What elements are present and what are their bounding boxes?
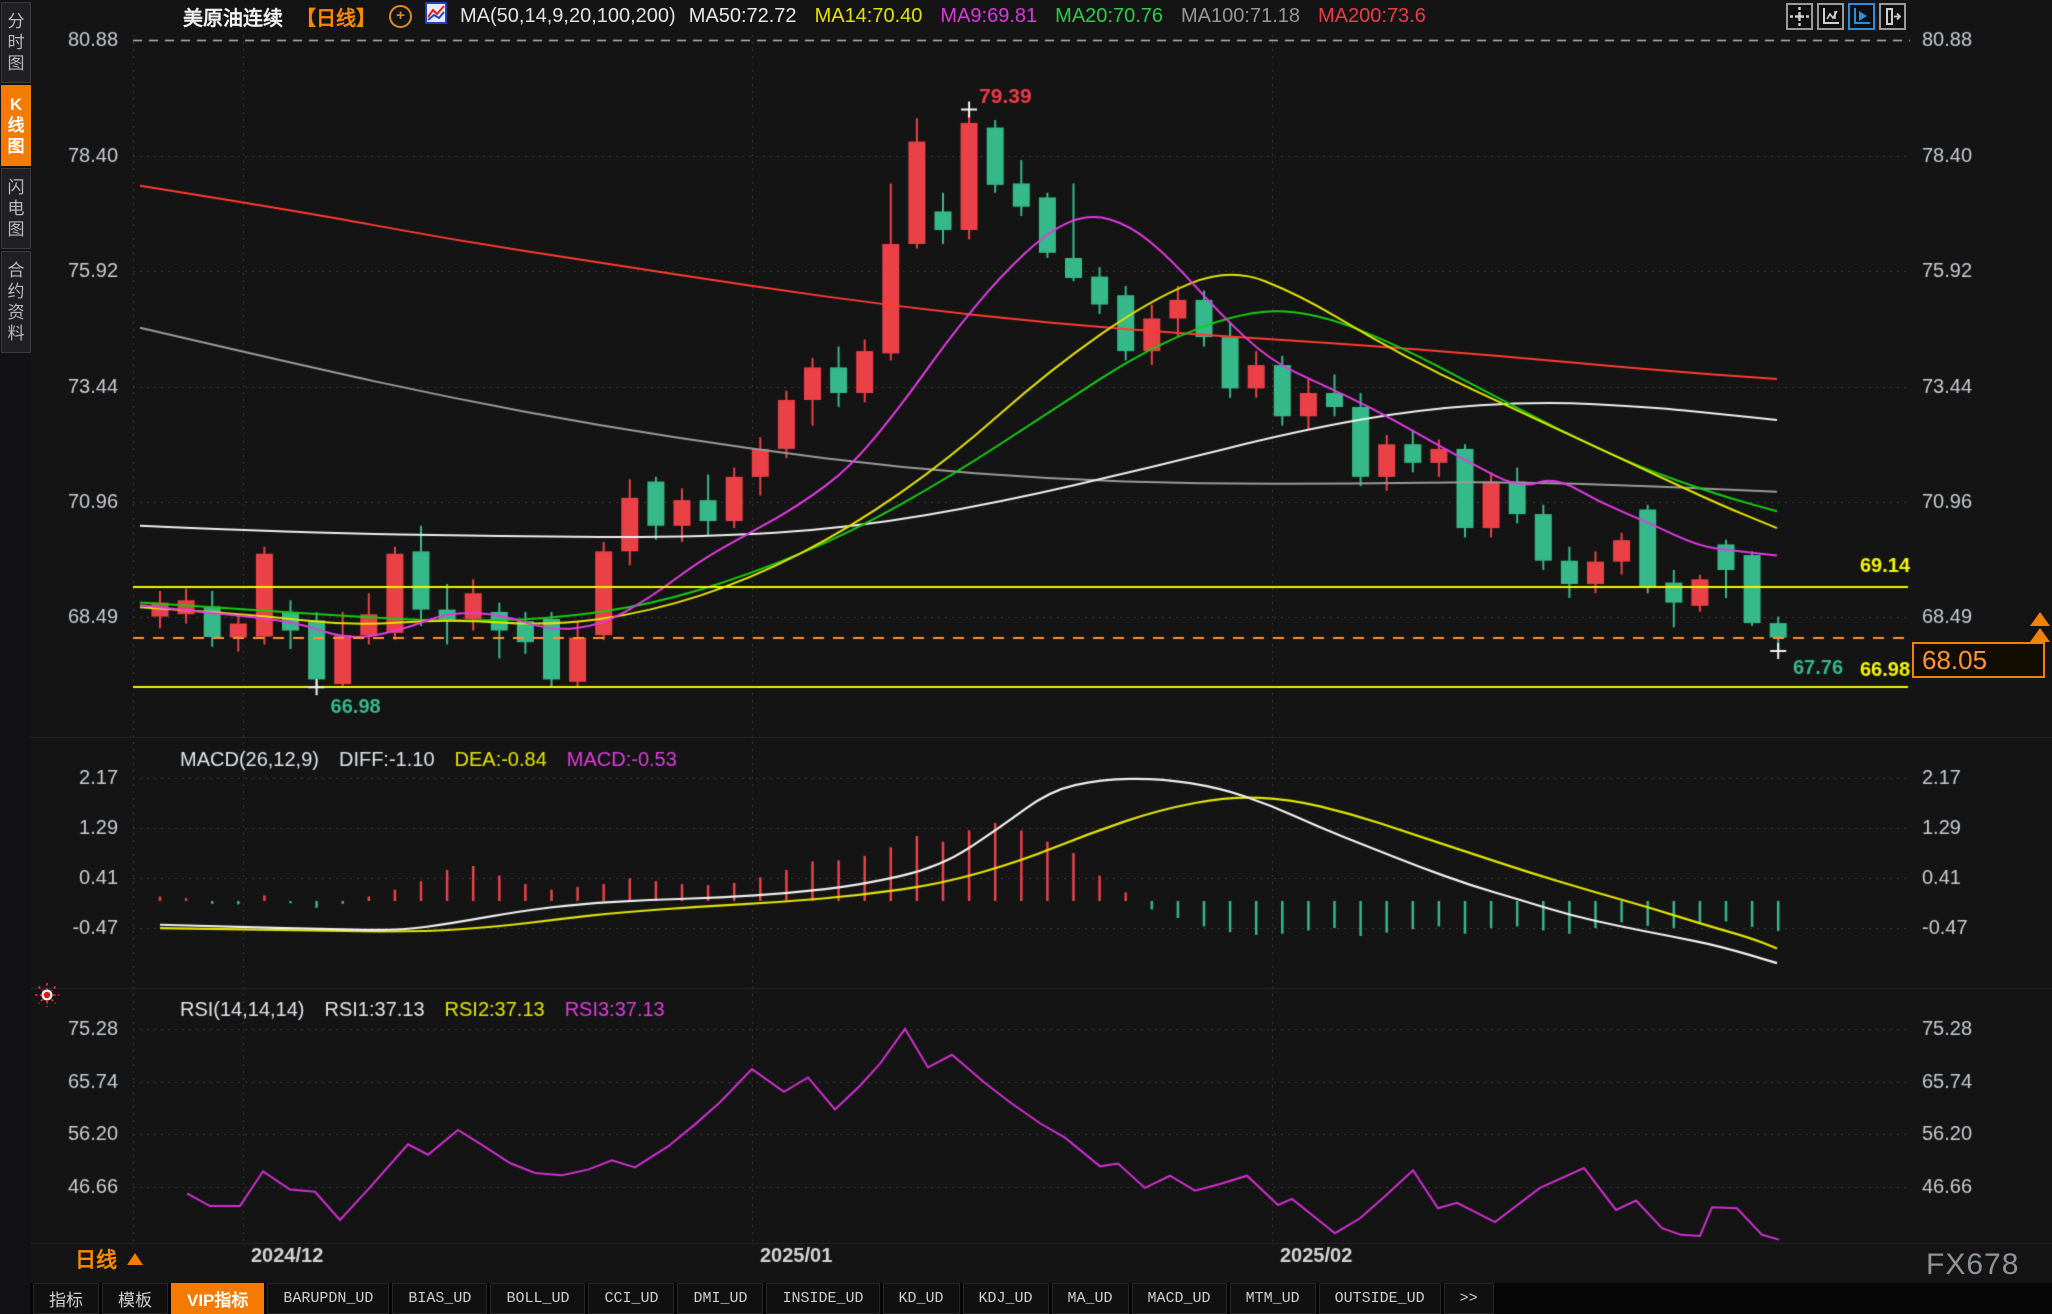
- bottom-tab-指标[interactable]: 指标: [33, 1283, 99, 1314]
- indicator-chart-icon[interactable]: [425, 2, 447, 30]
- ma-settings-label: MA(50,14,9,20,100,200): [460, 5, 676, 28]
- price-chart-canvas[interactable]: [0, 0, 2052, 1314]
- bottom-tab->>[interactable]: >>: [1444, 1283, 1494, 1314]
- bottom-tab-KD_UD[interactable]: KD_UD: [883, 1283, 960, 1314]
- sidebar-tab-分时图[interactable]: 分时图: [1, 2, 31, 83]
- indicator-tab-bar: 指标模板VIP指标BARUPDN_UDBIAS_UDBOLL_UDCCI_UDD…: [30, 1283, 2052, 1314]
- watermark: FX678: [1926, 1248, 2019, 1282]
- trading-app-window: 分时图K线图闪电图合约资料 美原油连续 【日线】 + MA(50,14,9,20…: [0, 0, 2052, 1314]
- price-up-arrow-icon: [2030, 628, 2050, 642]
- ma-value-label: MA20:70.76: [1055, 5, 1163, 28]
- bottom-tab-BIAS_UD[interactable]: BIAS_UD: [392, 1283, 487, 1314]
- bottom-tab-MTM_UD[interactable]: MTM_UD: [1230, 1283, 1316, 1314]
- triangle-up-icon: [127, 1253, 143, 1265]
- crosshair-icon[interactable]: [1786, 3, 1813, 30]
- symbol-name: 美原油连续: [183, 2, 283, 31]
- axis-play-icon[interactable]: [1848, 3, 1875, 30]
- chart-header: 美原油连续 【日线】 + MA(50,14,9,20,100,200) MA50…: [183, 3, 1426, 29]
- bottom-tab-BARUPDN_UD[interactable]: BARUPDN_UD: [267, 1283, 389, 1314]
- last-price-callout: 68.05: [1912, 642, 2045, 678]
- bottom-tab-模板[interactable]: 模板: [102, 1283, 168, 1314]
- bottom-tab-MA_UD[interactable]: MA_UD: [1052, 1283, 1129, 1314]
- bottom-tab-MACD_UD[interactable]: MACD_UD: [1132, 1283, 1227, 1314]
- axis-range-icon[interactable]: [1817, 3, 1844, 30]
- period-selector[interactable]: 日线: [75, 1244, 143, 1274]
- chart-toolbar: [1786, 3, 1906, 30]
- ma-value-label: MA9:69.81: [940, 5, 1037, 28]
- ma-value-label: MA50:72.72: [689, 5, 797, 28]
- bottom-tab-OUTSIDE_UD[interactable]: OUTSIDE_UD: [1319, 1283, 1441, 1314]
- period-selector-label: 日线: [75, 1244, 117, 1274]
- sidebar-tab-K线图[interactable]: K线图: [1, 85, 31, 166]
- bottom-tab-INSIDE_UD[interactable]: INSIDE_UD: [766, 1283, 879, 1314]
- left-chart-mode-sidebar: 分时图K线图闪电图合约资料: [0, 0, 30, 1314]
- bottom-tab-KDJ_UD[interactable]: KDJ_UD: [963, 1283, 1049, 1314]
- period-tag: 【日线】: [296, 2, 376, 31]
- bottom-tab-CCI_UD[interactable]: CCI_UD: [588, 1283, 674, 1314]
- ma-value-label: MA200:73.6: [1318, 5, 1426, 28]
- bottom-tab-DMI_UD[interactable]: DMI_UD: [677, 1283, 763, 1314]
- ma-value-label: MA14:70.40: [815, 5, 923, 28]
- add-overlay-icon[interactable]: +: [389, 5, 412, 28]
- dock-right-icon[interactable]: [1879, 3, 1906, 30]
- sidebar-tab-合约资料[interactable]: 合约资料: [1, 251, 31, 353]
- price-up-arrow-icon: [2030, 612, 2050, 626]
- bottom-tab-BOLL_UD[interactable]: BOLL_UD: [490, 1283, 585, 1314]
- ma-value-label: MA100:71.18: [1181, 5, 1300, 28]
- bottom-tab-VIP指标[interactable]: VIP指标: [171, 1283, 264, 1314]
- ma-values: MA50:72.72 MA14:70.40 MA9:69.81 MA20:70.76 M…: [689, 5, 1426, 28]
- rsi-alert-icon: [34, 982, 60, 1013]
- sidebar-tab-闪电图[interactable]: 闪电图: [1, 168, 31, 249]
